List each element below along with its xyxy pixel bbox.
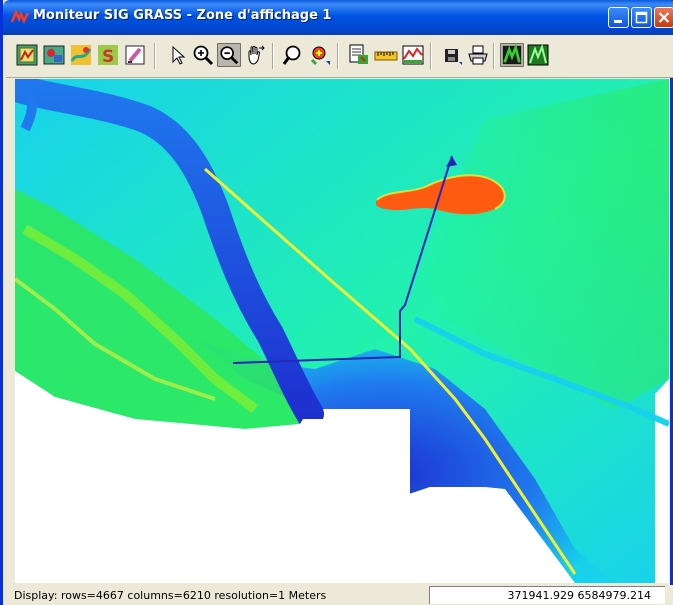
display-map-icon — [16, 44, 38, 66]
map-display-window: Moniteur SIG GRASS - Zone d'affichage 1 — [0, 0, 673, 605]
add-overlay-button[interactable]: S — [96, 43, 120, 67]
minimize-button[interactable] — [608, 7, 629, 28]
pointer-button[interactable] — [166, 43, 190, 67]
status-bar: Display: rows=4667 columns=6210 resoluti… — [6, 585, 673, 605]
add-vector-button[interactable] — [69, 43, 93, 67]
zoom-back-button[interactable] — [282, 43, 306, 67]
pan-icon — [248, 45, 265, 65]
toolbar: S — [6, 35, 673, 78]
zoom-out-icon — [220, 46, 239, 65]
profile-button[interactable] — [401, 43, 425, 67]
zoom-menu-icon — [310, 46, 330, 66]
toolbar-separator — [154, 43, 156, 69]
svg-text:S: S — [102, 47, 114, 67]
save-icon — [445, 49, 462, 65]
add-vector-icon — [70, 45, 92, 65]
zoom-in-icon — [193, 45, 214, 66]
save-button[interactable] — [440, 43, 464, 67]
erase-button[interactable] — [123, 43, 147, 67]
zoom-in-button[interactable] — [191, 43, 215, 67]
title-bar[interactable]: Moniteur SIG GRASS - Zone d'affichage 1 — [3, 0, 673, 35]
toolbar-separator — [493, 43, 495, 69]
erase-icon — [125, 45, 145, 65]
add-raster-button[interactable] — [42, 43, 66, 67]
close-button[interactable] — [654, 7, 673, 28]
display-map-button[interactable] — [15, 43, 39, 67]
add-overlay-icon: S — [98, 45, 118, 67]
pan-button[interactable] — [243, 43, 267, 67]
measure-button[interactable] — [374, 43, 398, 67]
explore-mode-button[interactable] — [500, 43, 524, 67]
profile-icon — [402, 45, 424, 65]
maximize-icon — [635, 11, 648, 24]
query-button[interactable] — [347, 43, 371, 67]
grass-app-icon — [11, 10, 29, 24]
window-title: Moniteur SIG GRASS - Zone d'affichage 1 — [33, 8, 332, 23]
pointer-icon — [172, 45, 186, 65]
constrain-mode-icon — [527, 43, 549, 66]
zoom-back-icon — [282, 45, 301, 65]
nodata-block — [303, 419, 409, 583]
minimize-icon — [614, 20, 622, 23]
constrain-mode-button[interactable] — [526, 43, 550, 67]
raster-map — [15, 79, 669, 583]
map-canvas[interactable] — [15, 79, 669, 583]
add-raster-icon — [43, 45, 65, 65]
close-icon — [658, 12, 670, 23]
zoom-out-button[interactable] — [217, 43, 241, 67]
print-button[interactable] — [466, 43, 490, 67]
maximize-button[interactable] — [631, 7, 652, 28]
print-icon — [468, 45, 488, 65]
toolbar-separator — [272, 43, 274, 69]
measure-icon — [374, 51, 398, 61]
explore-mode-icon — [502, 43, 522, 65]
toolbar-separator — [430, 43, 432, 69]
toolbar-separator — [337, 43, 339, 69]
query-icon — [349, 44, 368, 64]
display-info: Display: rows=4667 columns=6210 resoluti… — [14, 589, 327, 602]
zoom-menu-button[interactable] — [308, 43, 332, 67]
coordinate-readout: 371941.929 6584979.214 — [429, 586, 665, 604]
